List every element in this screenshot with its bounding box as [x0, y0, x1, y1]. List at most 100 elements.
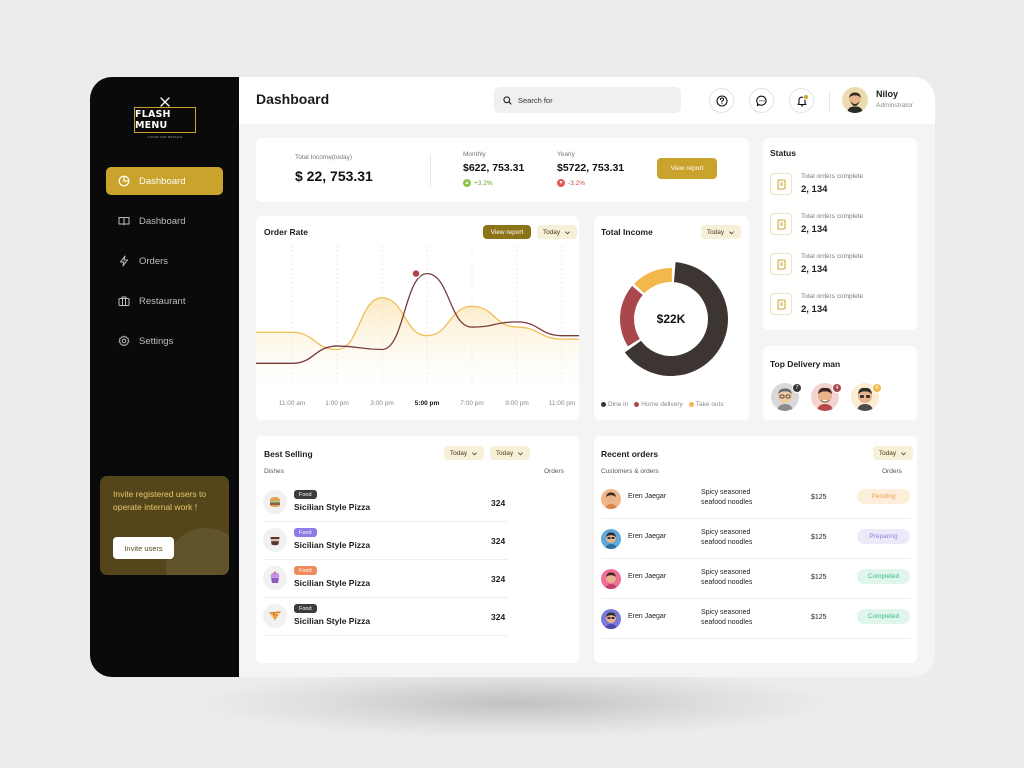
user-name: Niloy	[876, 89, 899, 99]
best-selling-row[interactable]: Food Sicilian Style Pizza 324	[263, 598, 508, 636]
yearly-change-badge: ▼ -3.2%	[557, 179, 585, 187]
order-food: Spicy seasoned seafood noodles	[701, 569, 753, 586]
dish-tag: Food	[294, 604, 317, 613]
sidebar-item-orders[interactable]: Orders	[106, 247, 223, 275]
donut-center-label: $22K	[657, 312, 686, 326]
customer-avatar-icon	[601, 609, 621, 629]
sidebar-item-dashboard[interactable]: Dashboard	[106, 167, 223, 195]
receipt-icon	[770, 173, 792, 195]
logo-tagline: LOGIN FOR DETAILS	[147, 135, 183, 139]
legend-item-take-outs: Take outs	[688, 401, 724, 408]
monthly-change-badge: ▲ +3.2%	[463, 179, 493, 187]
monthly-label: Monthly	[463, 151, 486, 158]
recent-order-row[interactable]: Eren Jaegar Spicy seasoned seafood noodle…	[601, 599, 911, 639]
recent-order-row[interactable]: Eren Jaegar Spicy seasoned seafood noodle…	[601, 479, 911, 519]
order-status-badge: Pending	[857, 489, 910, 504]
filter-label: Today	[495, 449, 514, 457]
gear-icon	[118, 335, 130, 347]
recent-order-row[interactable]: Eren Jaegar Spicy seasoned seafood noodle…	[601, 519, 911, 559]
recent-orders-period-select[interactable]: Today	[873, 446, 913, 460]
order-status-badge: Completed	[857, 609, 910, 624]
pie-chart-icon	[118, 175, 130, 187]
arrow-down-icon: ▼	[557, 179, 565, 187]
logo[interactable]: FLASH MENU	[134, 107, 196, 133]
notifications-button[interactable]	[789, 88, 814, 113]
total-income-label: Total Income(today)	[295, 154, 353, 161]
search-input[interactable]: Search for	[494, 87, 681, 113]
income-summary-card: Total Income(today) $ 22, 753.31 Monthly…	[256, 138, 749, 202]
chat-icon	[755, 95, 767, 106]
column-orders: Orders	[882, 468, 902, 475]
status-item: Total orders complete 2, 134	[770, 170, 910, 202]
legend-item-dine-in: Dine in	[601, 401, 628, 408]
delivery-badge: 6	[872, 383, 882, 393]
header-divider	[829, 91, 830, 111]
view-report-button[interactable]: View report	[657, 158, 717, 179]
donut-legend: Dine in Home delivery Take outs	[601, 401, 724, 408]
status-label: Total orders complete	[801, 253, 864, 260]
status-title: Status	[770, 148, 796, 158]
best-selling-row[interactable]: Food Sicilian Style Pizza 324	[263, 522, 508, 560]
sidebar-item-label: Restaurant	[139, 295, 186, 307]
total-income-donut-chart: $22K	[620, 262, 728, 376]
decorative-circle	[166, 528, 229, 575]
user-avatar-icon	[847, 92, 863, 113]
messages-button[interactable]	[749, 88, 774, 113]
sidebar-item-dashboard-2[interactable]: Dashboard	[106, 207, 223, 235]
total-income-card: Total Income Today $22K Dine in Home del…	[594, 216, 749, 420]
help-button[interactable]	[709, 88, 734, 113]
yearly-label: Yearly	[557, 151, 575, 158]
customer-name: Eren Jaegar	[628, 613, 667, 620]
yearly-value: $5722, 753.31	[557, 162, 625, 174]
best-selling-row[interactable]: Food Sicilian Style Pizza 324	[263, 560, 508, 598]
x-tick-label: 1:00 pm	[325, 400, 349, 407]
recent-orders-title: Recent orders	[601, 449, 659, 459]
search-placeholder: Search for	[518, 95, 553, 105]
sidebar-item-label: Orders	[139, 255, 169, 267]
chevron-down-icon	[901, 451, 907, 455]
order-price: $125	[811, 614, 827, 621]
recent-order-row[interactable]: Eren Jaegar Spicy seasoned seafood noodle…	[601, 559, 911, 599]
status-value: 2, 134	[801, 184, 828, 195]
delivery-badge: 7	[792, 383, 802, 393]
sidebar-item-label: Dashboard	[139, 215, 186, 227]
x-tick-label: 9:00 pm	[505, 400, 529, 407]
sidebar: FLASH MENU LOGIN FOR DETAILS Dashboard D…	[90, 77, 239, 677]
invite-users-button[interactable]: Invite users	[113, 537, 174, 559]
invite-text: Invite registered users to operate inter…	[113, 489, 207, 512]
dish-tag: Food	[294, 490, 317, 499]
best-selling-title: Best Selling	[264, 449, 313, 459]
cupcake-icon	[263, 566, 287, 590]
status-value: 2, 134	[801, 224, 828, 235]
dish-tag: Food	[294, 566, 317, 575]
arrow-up-icon: ▲	[463, 179, 471, 187]
best-selling-filter-1[interactable]: Today	[444, 446, 484, 460]
best-selling-row[interactable]: Food Sicilian Style Pizza 324	[263, 484, 508, 522]
pizza-icon	[263, 604, 287, 628]
best-selling-filter-2[interactable]: Today	[490, 446, 530, 460]
dish-name: Sicilian Style Pizza	[294, 578, 371, 588]
status-card: Status Total orders complete 2, 134 Tota…	[763, 138, 917, 330]
sidebar-item-settings[interactable]: Settings	[106, 327, 223, 355]
status-item: Total orders complete 2, 134	[770, 250, 910, 282]
customer-name: Eren Jaegar	[628, 573, 667, 580]
filter-label: Today	[449, 449, 468, 457]
order-price: $125	[811, 574, 827, 581]
x-tick-label: 7:00 pm	[460, 400, 484, 407]
monthly-value: $622, 753.31	[463, 162, 525, 174]
user-avatar[interactable]	[842, 87, 868, 113]
page-title: Dashboard	[256, 91, 330, 107]
dish-tag: Food	[294, 528, 317, 537]
highlight-marker	[411, 268, 421, 279]
chevron-down-icon	[472, 451, 478, 455]
coffee-icon	[263, 528, 287, 552]
top-delivery-card: Top Delivery man 7 4 6	[763, 346, 917, 420]
dish-orders: 324	[491, 612, 506, 622]
order-status-badge: Preparing	[857, 529, 910, 544]
summary-divider	[430, 154, 431, 186]
top-delivery-title: Top Delivery man	[770, 359, 841, 369]
sidebar-item-restaurant[interactable]: Restaurant	[106, 287, 223, 315]
period-label: Today	[878, 449, 897, 457]
order-price: $125	[811, 494, 827, 501]
legend-item-home-delivery: Home delivery	[634, 401, 683, 408]
